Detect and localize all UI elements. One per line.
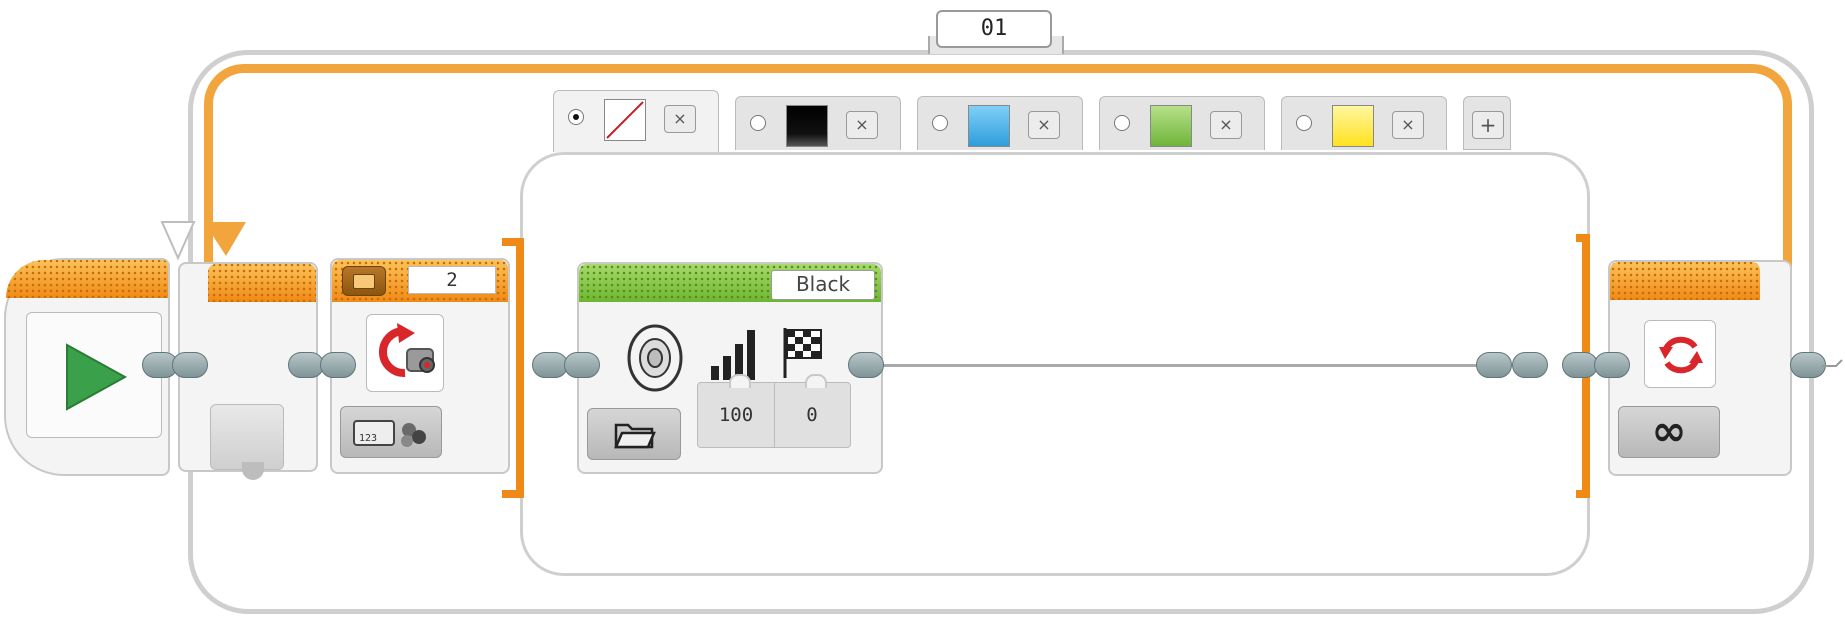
color-sensor-icon — [379, 323, 435, 377]
blue-swatch-icon — [968, 105, 1010, 147]
sequence-out-icon — [1822, 359, 1843, 367]
speaker-icon — [627, 324, 683, 392]
loop-end-block[interactable]: ∞ — [1608, 260, 1792, 476]
remove-case-button[interactable]: × — [1210, 111, 1242, 139]
case-tab-no-color[interactable]: × — [553, 90, 719, 152]
port-field[interactable]: 2 — [408, 266, 496, 294]
start-tile — [26, 312, 162, 438]
black-swatch-icon — [786, 105, 828, 147]
sequence-plug[interactable] — [1790, 352, 1826, 378]
case-tab-black[interactable]: × — [735, 96, 901, 150]
case-radio[interactable] — [932, 115, 948, 131]
remove-case-button[interactable]: × — [1392, 111, 1424, 139]
remove-case-button[interactable]: × — [1028, 111, 1060, 139]
loop-end-tile — [1644, 320, 1716, 388]
case-tab-green[interactable]: × — [1099, 96, 1265, 150]
play-icon — [66, 343, 128, 411]
sequence-plug[interactable] — [1562, 352, 1598, 378]
sequence-plug[interactable] — [320, 352, 356, 378]
port-selector-icon[interactable] — [342, 266, 386, 296]
sequence-wire — [880, 364, 1480, 367]
yellow-swatch-icon — [1332, 105, 1374, 147]
add-case-tab[interactable]: + — [1463, 96, 1511, 150]
play-type-icon — [783, 328, 822, 378]
sequence-plug[interactable] — [532, 352, 568, 378]
svg-text:123: 123 — [359, 433, 377, 444]
sequence-plug[interactable] — [1512, 352, 1548, 378]
sequence-plug[interactable] — [564, 352, 600, 378]
case-radio[interactable] — [1296, 115, 1312, 131]
add-case-button[interactable]: + — [1472, 111, 1504, 139]
sound-params: 100 0 — [697, 382, 851, 448]
switch-header-block[interactable]: 2 123 — [330, 258, 510, 474]
sequence-plug[interactable] — [1476, 352, 1512, 378]
measure-color-icon: 123 — [353, 420, 426, 447]
case-tab-yellow[interactable]: × — [1281, 96, 1447, 150]
sound-mode-selector[interactable] — [587, 408, 681, 460]
loop-mode-selector[interactable]: ∞ — [1618, 406, 1720, 458]
play-type-field[interactable]: 0 — [774, 383, 850, 447]
case-radio[interactable] — [750, 115, 766, 131]
start-block-header — [6, 260, 168, 298]
loop-name-field[interactable]: 01 — [936, 10, 1052, 48]
param-notch — [729, 374, 751, 388]
sequence-plug[interactable] — [1594, 352, 1630, 378]
sequence-plug[interactable] — [288, 352, 324, 378]
loop-start-header — [208, 264, 316, 302]
sound-block[interactable]: Black 100 0 — [577, 262, 883, 474]
param-notch — [805, 374, 827, 388]
sequence-plug[interactable] — [848, 352, 884, 378]
folder-icon — [614, 423, 656, 449]
loop-end-header — [1610, 262, 1760, 300]
remove-case-button[interactable]: × — [846, 111, 878, 139]
sequence-plug[interactable] — [172, 352, 208, 378]
switch-sensor-tile — [366, 314, 444, 392]
no-color-swatch-icon — [604, 99, 646, 141]
sound-file-name[interactable]: Black — [771, 270, 875, 300]
loop-base — [210, 404, 284, 470]
case-radio[interactable] — [568, 109, 584, 125]
case-radio[interactable] — [1114, 115, 1130, 131]
switch-left-bracket — [502, 238, 524, 498]
green-swatch-icon — [1150, 105, 1192, 147]
volume-field[interactable]: 100 — [698, 383, 775, 447]
case-tab-blue[interactable]: × — [917, 96, 1083, 150]
switch-mode-selector[interactable]: 123 — [340, 406, 442, 458]
loop-repeat-icon — [1659, 336, 1703, 374]
remove-case-button[interactable]: × — [664, 105, 696, 133]
